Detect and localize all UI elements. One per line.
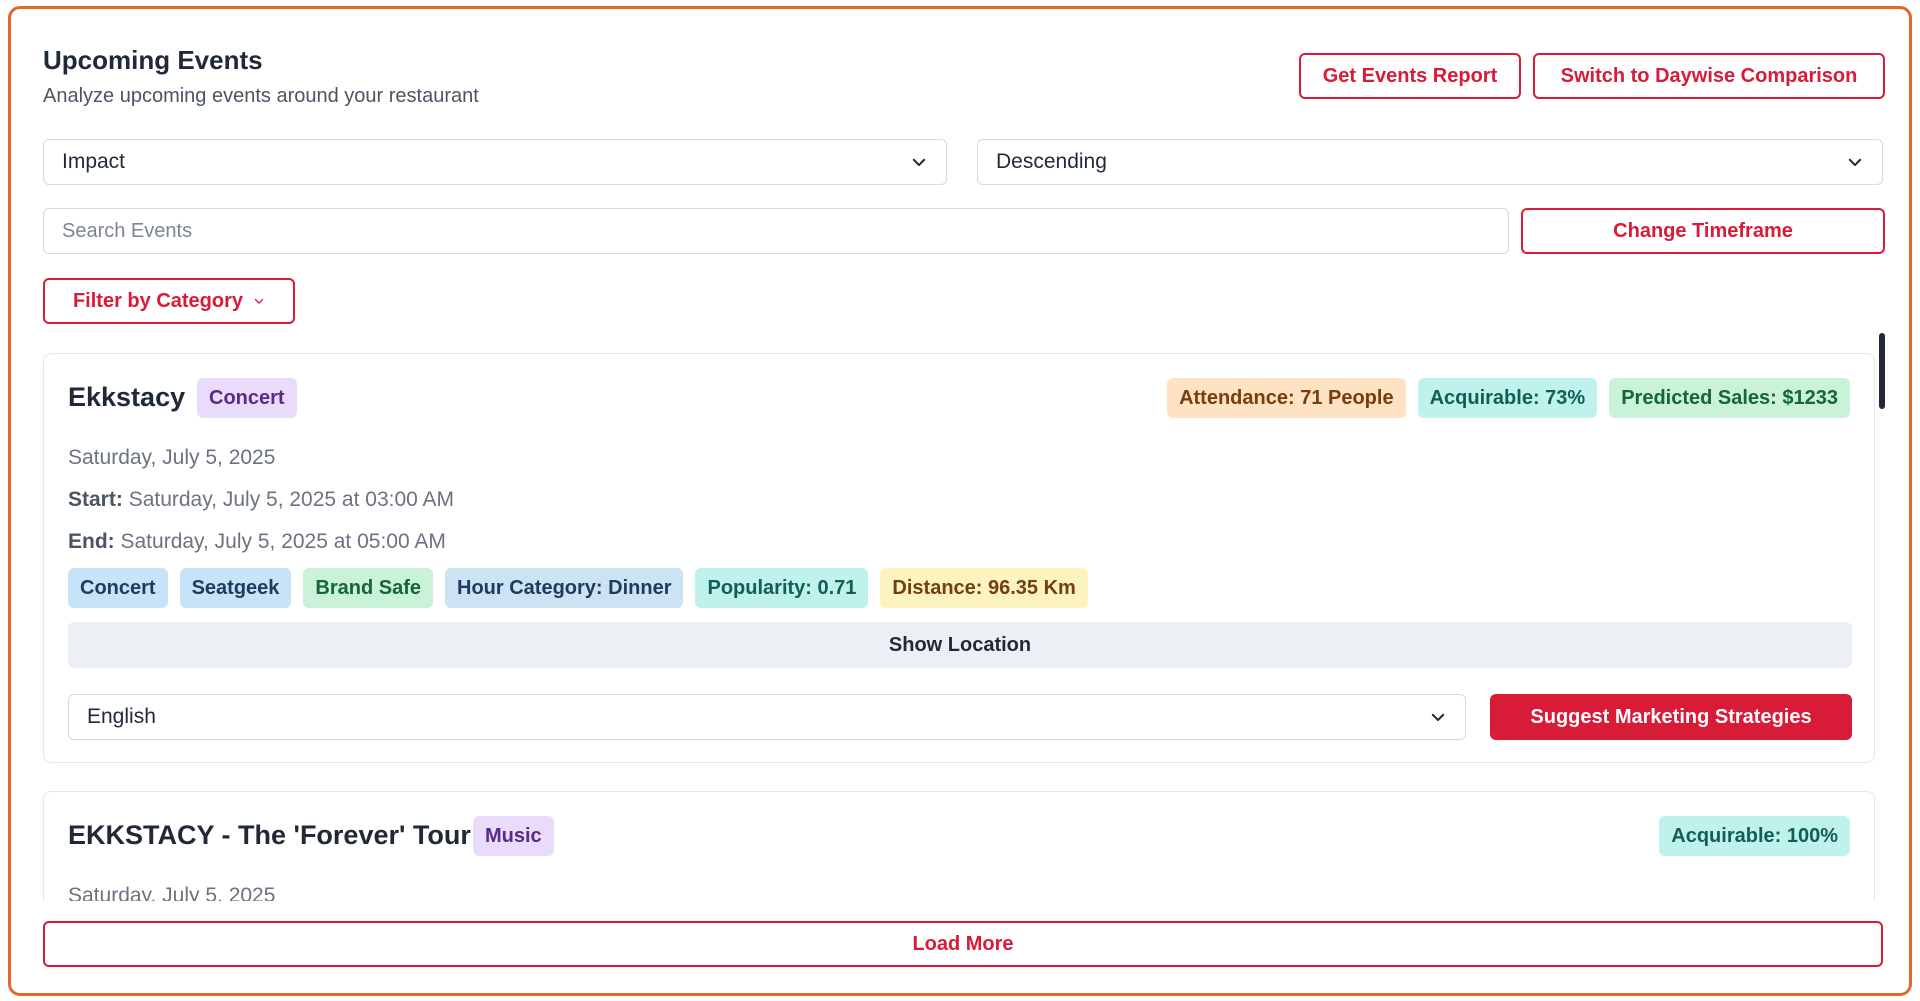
event-title: Ekkstacy [68,382,186,412]
event-category-badge: Music [473,816,554,856]
event-date: Saturday, July 5, 2025 [68,446,276,469]
event-card: Ekkstacy Concert Attendance: 71 People A… [43,353,1875,763]
panel-content: Upcoming Events Analyze upcoming events … [43,9,1885,993]
tag-badge: Concert [68,568,168,608]
event-tags: Concert Seatgeek Brand Safe Hour Categor… [68,568,1088,608]
show-location-button[interactable]: Show Location [68,622,1852,668]
tag-badge: Hour Category: Dinner [445,568,684,608]
chevron-down-icon [254,298,264,304]
event-title: EKKSTACY - The 'Forever' Tour [68,820,471,850]
start-label: Start: [68,488,123,511]
load-more-button[interactable]: Load More [43,921,1883,967]
predicted-sales-badge: Predicted Sales: $1233 [1609,378,1850,418]
sort-order-select[interactable]: Descending [977,139,1883,185]
filter-by-category-button[interactable]: Filter by Category [43,278,295,324]
language-value: English [87,705,156,728]
tag-badge: Popularity: 0.71 [695,568,869,608]
sort-by-select[interactable]: Impact [43,139,947,185]
event-start: Start: Saturday, July 5, 2025 at 03:00 A… [68,488,454,512]
search-events-input[interactable] [43,208,1509,254]
chevron-down-icon [1431,713,1445,721]
page-subtitle: Analyze upcoming events around your rest… [43,85,479,107]
attendance-badge: Attendance: 71 People [1167,378,1406,418]
chevron-down-icon [1848,158,1862,166]
switch-daywise-button[interactable]: Switch to Daywise Comparison [1533,53,1885,99]
start-value: Saturday, July 5, 2025 at 03:00 AM [128,488,455,511]
event-date: Saturday, July 5, 2025 [68,884,276,901]
suggest-marketing-strategies-button[interactable]: Suggest Marketing Strategies [1490,694,1852,740]
event-category-badge: Concert [197,378,297,418]
scrollbar-thumb[interactable] [1879,333,1885,409]
end-label: End: [68,530,115,553]
tag-badge: Brand Safe [303,568,434,608]
language-select[interactable]: English [68,694,1466,740]
filter-by-category-label: Filter by Category [72,289,244,312]
get-events-report-button[interactable]: Get Events Report [1299,53,1521,99]
chevron-down-icon [912,158,926,166]
end-value: Saturday, July 5, 2025 at 05:00 AM [120,530,446,553]
event-end: End: Saturday, July 5, 2025 at 05:00 AM [68,530,446,554]
sort-order-value: Descending [996,150,1107,173]
change-timeframe-button[interactable]: Change Timeframe [1521,208,1885,254]
sort-by-value: Impact [62,150,126,173]
acquirable-badge: Acquirable: 100% [1659,816,1850,856]
page-title: Upcoming Events [43,45,263,75]
event-metrics: Attendance: 71 People Acquirable: 73% Pr… [1167,378,1850,418]
tag-badge: Seatgeek [179,568,292,608]
event-metrics: Acquirable: 100% [1659,816,1850,856]
acquirable-badge: Acquirable: 73% [1417,378,1598,418]
events-panel: Upcoming Events Analyze upcoming events … [8,6,1912,996]
event-card: EKKSTACY - The 'Forever' Tour Music Acqu… [43,791,1875,901]
events-list[interactable]: Ekkstacy Concert Attendance: 71 People A… [43,349,1881,901]
tag-badge: Distance: 96.35 Km [880,568,1088,608]
